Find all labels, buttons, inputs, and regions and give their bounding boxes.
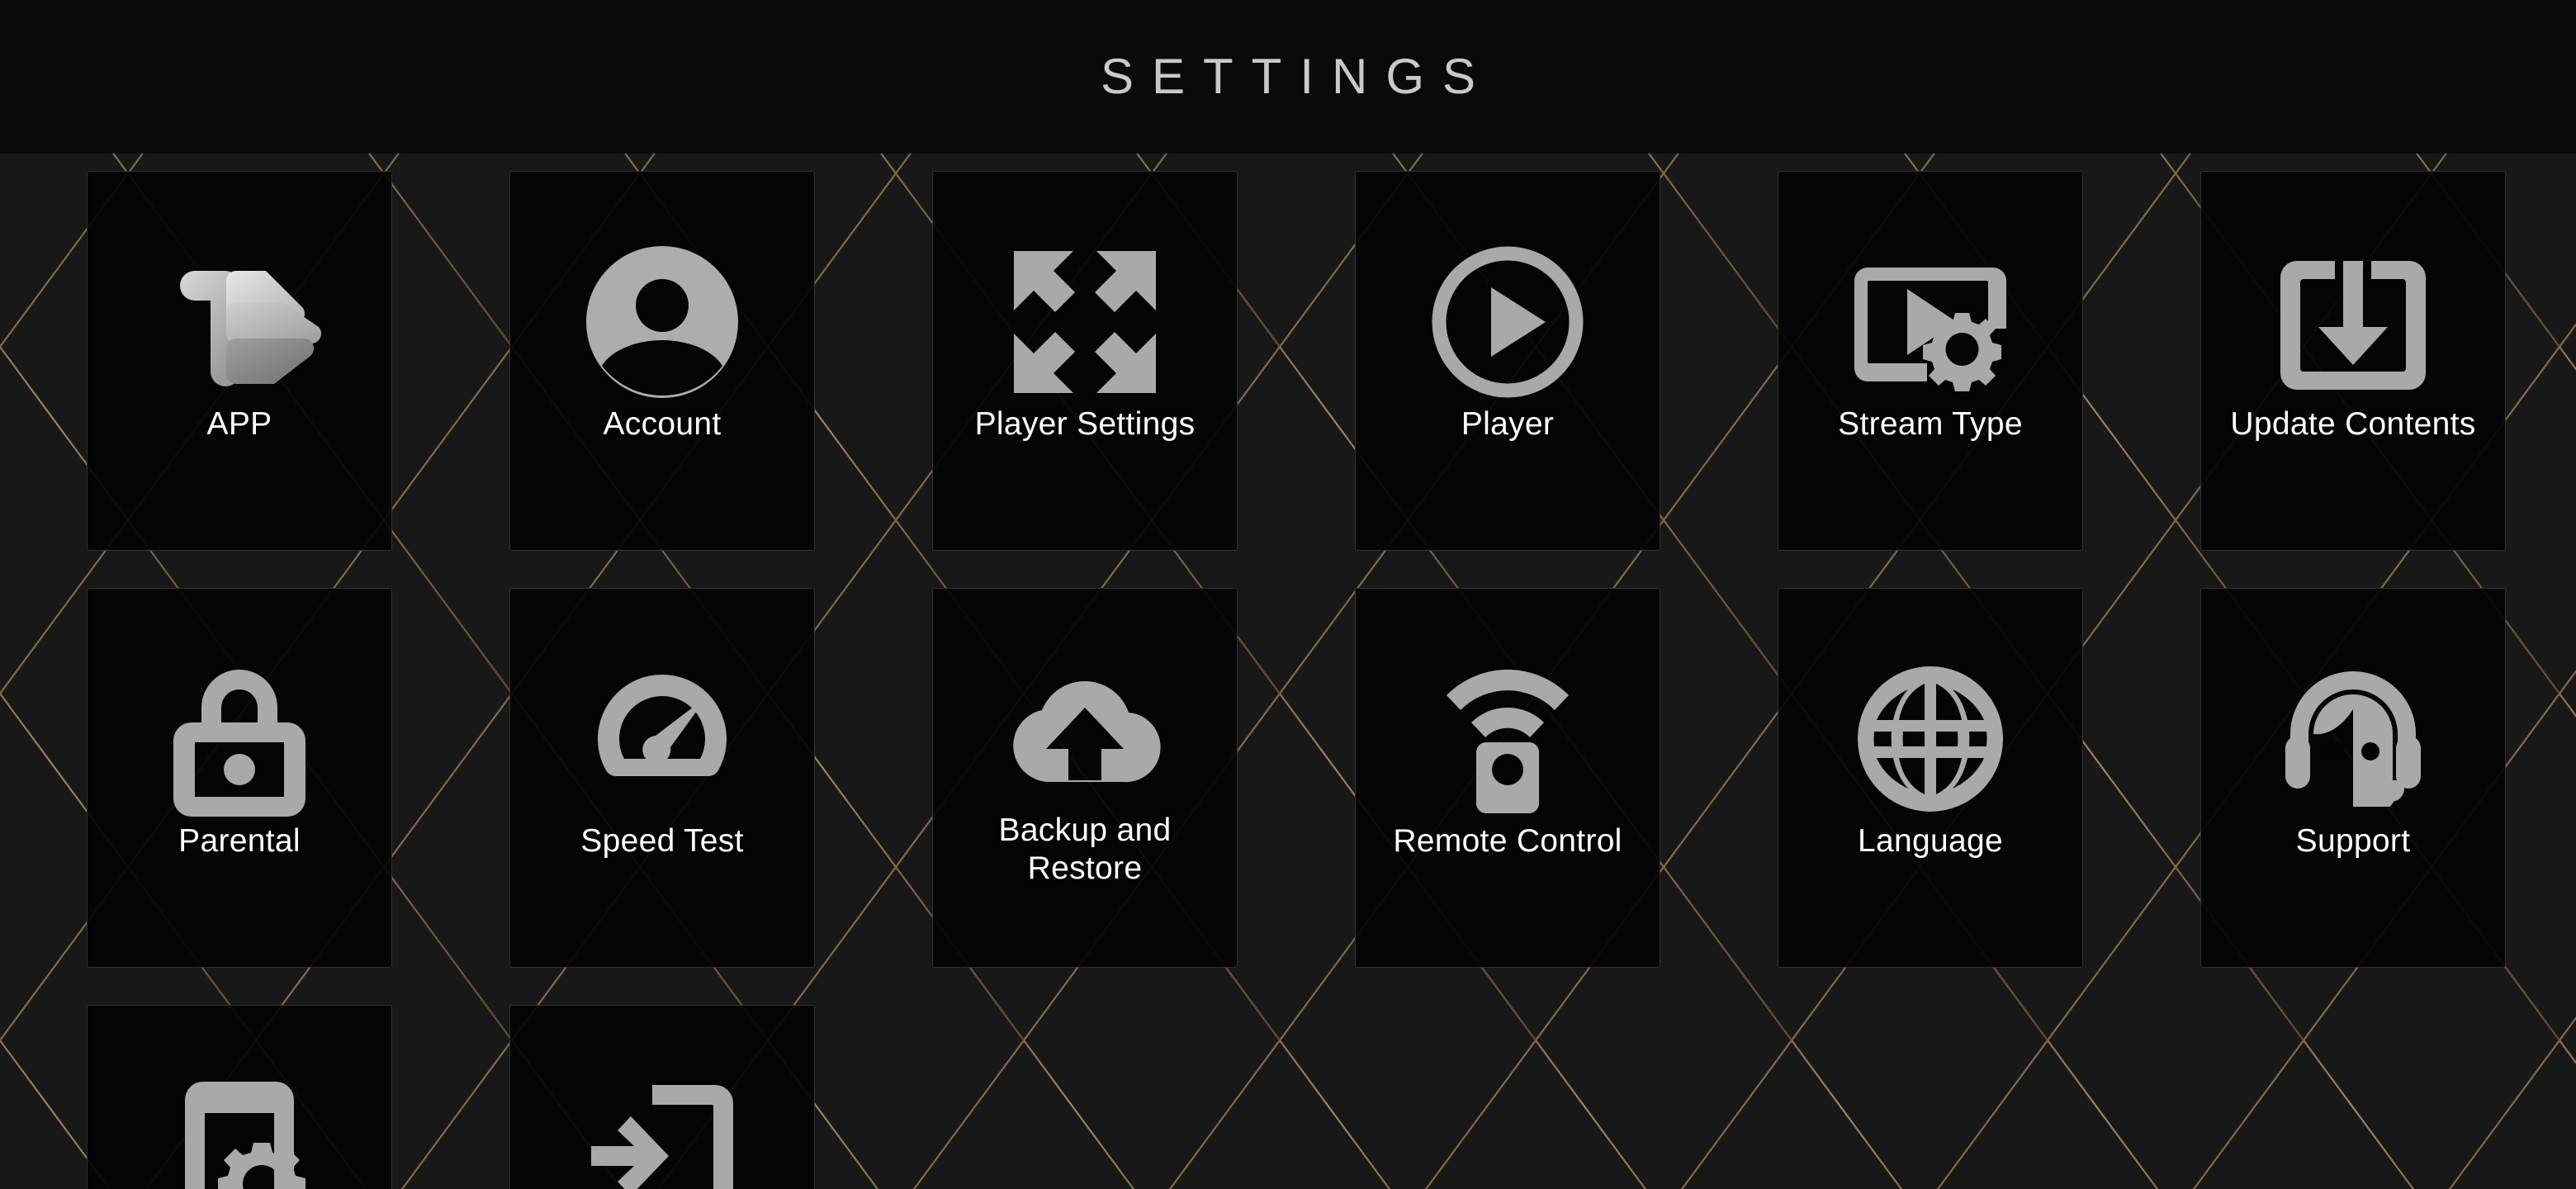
globe-icon bbox=[1848, 656, 2013, 822]
account-person-icon bbox=[580, 239, 745, 405]
expand-arrows-icon bbox=[1002, 239, 1167, 405]
tile-login[interactable] bbox=[509, 1005, 815, 1189]
tile-label: Backup and Restore bbox=[998, 812, 1172, 887]
tile-label: Support bbox=[2295, 823, 2411, 859]
tile-label: Update Contents bbox=[2230, 406, 2476, 442]
tile-remote-control[interactable]: Remote Control bbox=[1355, 588, 1660, 968]
tile-stream-type[interactable]: Stream Type bbox=[1778, 171, 2083, 551]
app-logo-icon bbox=[157, 239, 322, 405]
tile-backup-and-restore[interactable]: Backup and Restore bbox=[932, 588, 1238, 968]
tile-account[interactable]: Account bbox=[509, 171, 815, 551]
unlock-padlock-icon bbox=[157, 656, 322, 822]
tile-app[interactable]: APP bbox=[87, 171, 392, 551]
tile-label: Player Settings bbox=[974, 406, 1196, 442]
cloud-upload-icon bbox=[1002, 656, 1167, 822]
speedometer-icon bbox=[580, 656, 745, 822]
tile-language[interactable]: Language bbox=[1778, 588, 2083, 968]
tile-label: Remote Control bbox=[1393, 823, 1622, 859]
monitor-gear-icon bbox=[1848, 239, 2013, 405]
headset-agent-icon bbox=[2271, 656, 2436, 822]
settings-header: SETTINGS bbox=[0, 0, 2576, 154]
play-circle-icon bbox=[1425, 239, 1590, 405]
tile-player[interactable]: Player bbox=[1355, 171, 1660, 551]
tile-speed-test[interactable]: Speed Test bbox=[509, 588, 815, 968]
tile-label: Player bbox=[1461, 406, 1555, 442]
tile-player-settings[interactable]: Player Settings bbox=[932, 171, 1238, 551]
remote-signal-icon bbox=[1425, 656, 1590, 822]
tile-parental[interactable]: Parental bbox=[87, 588, 392, 968]
tile-label: Stream Type bbox=[1838, 406, 2023, 442]
tile-device-settings[interactable] bbox=[87, 1005, 392, 1189]
tile-label: Language bbox=[1858, 823, 2003, 859]
tile-label: Speed Test bbox=[580, 823, 744, 859]
tile-update-contents[interactable]: Update Contents bbox=[2200, 171, 2506, 551]
tile-support[interactable]: Support bbox=[2200, 588, 2506, 968]
settings-tile-grid: APP Account Player Settings Player Strea… bbox=[87, 171, 2506, 1189]
tile-label: Parental bbox=[178, 823, 301, 859]
login-arrow-icon bbox=[580, 1073, 745, 1189]
tile-label: Account bbox=[603, 406, 722, 442]
device-gear-icon bbox=[157, 1073, 322, 1189]
download-box-icon bbox=[2271, 239, 2436, 405]
page-title: SETTINGS bbox=[1100, 49, 1494, 104]
tile-label: APP bbox=[206, 406, 272, 442]
